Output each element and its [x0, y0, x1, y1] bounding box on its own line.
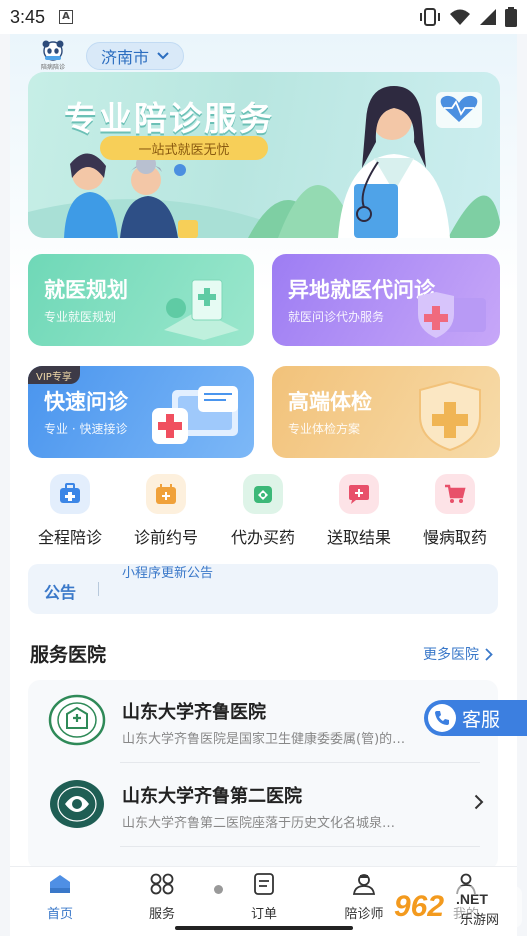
card-title: 高端体检	[288, 390, 372, 414]
status-bar: 3:45 A	[0, 0, 527, 34]
card-remote-consultation[interactable]: 异地就医代问诊 就医问诊代办服务	[272, 254, 500, 346]
card-subtitle: 专业就医规划	[44, 310, 117, 324]
section-title: 服务医院	[30, 644, 107, 666]
notice-bar[interactable]: 公告 小程序更新公告	[28, 564, 498, 614]
chevron-right-icon	[485, 647, 493, 661]
quick-action-label: 全程陪诊	[37, 528, 102, 547]
hospital-building-icon	[164, 279, 239, 340]
quick-action-chronic-medicine[interactable]: 慢病取药	[407, 474, 503, 548]
shield-cross-icon	[418, 292, 486, 338]
card-title: 快速问诊	[44, 390, 128, 414]
hospital-description: 山东大学齐鲁第二医院座落于历史文化名城泉…	[122, 816, 396, 831]
signal-icon	[480, 9, 496, 25]
quick-actions: 全程陪诊 诊前约号 代办买药 送取结果 慢病取药	[10, 474, 517, 554]
tab-label: 服务	[148, 907, 175, 922]
quick-action-appointment[interactable]: 诊前约号	[118, 474, 214, 548]
grid-icon	[150, 873, 174, 895]
vibrate-icon	[420, 8, 440, 26]
shield-plus-icon	[419, 380, 481, 452]
customer-service-button[interactable]: 客服	[424, 700, 527, 736]
quick-action-label: 诊前约号	[133, 528, 198, 547]
card-subtitle: 专业体检方案	[288, 422, 361, 436]
nurse-icon	[352, 874, 376, 895]
customer-service-label: 客服	[462, 708, 501, 731]
phone-icon	[428, 704, 456, 732]
hospital-name: 山东大学齐鲁医院	[122, 702, 266, 723]
banner-title: 专业陪诊服务	[64, 99, 274, 138]
top-header: 陪病陪诊 济南市	[10, 38, 517, 74]
card-quick-consultation[interactable]: VIP专享 快速问诊 专业 · 快速接诊	[28, 366, 254, 458]
notice-text[interactable]: 小程序更新公告	[122, 562, 213, 581]
nav-dot	[214, 885, 223, 894]
site-watermark-logo: 962 .NET 乐游网	[386, 886, 522, 928]
home-icon	[50, 875, 70, 893]
tab-orders[interactable]: 订单	[224, 873, 304, 922]
chevron-down-icon	[157, 52, 169, 60]
monitor-cross-icon	[152, 386, 238, 444]
card-title: 就医规划	[44, 278, 128, 302]
banner-subtitle: 一站式就医无忧	[100, 136, 268, 160]
notice-divider	[98, 582, 99, 596]
watermark-brand: 962	[394, 890, 444, 923]
tab-label: 首页	[46, 907, 73, 922]
watermark-caption: 乐游网	[460, 913, 499, 928]
app-screen: 3:45 A 陪病陪诊 济南市 专业陪诊服务 一站式就医无忧 就医规划 专业就医…	[0, 0, 527, 936]
card-subtitle: 就医问诊代办服务	[288, 310, 385, 324]
home-indicator	[175, 926, 353, 930]
quick-action-results-delivery[interactable]: 送取结果	[311, 474, 407, 548]
wifi-icon	[450, 9, 470, 25]
app-logo: 陪病陪诊	[38, 39, 68, 73]
hospital-logo-icon	[48, 694, 106, 746]
divider	[120, 846, 480, 847]
chevron-right-icon	[474, 794, 484, 810]
vip-badge: VIP专享	[28, 366, 80, 384]
promo-banner[interactable]: 专业陪诊服务 一站式就医无忧	[28, 72, 500, 238]
quick-action-label: 代办买药	[230, 528, 295, 547]
more-hospitals-link[interactable]: 更多医院	[423, 644, 493, 664]
accessibility-a-icon: A	[59, 10, 74, 24]
tab-services[interactable]: 服务	[122, 873, 202, 922]
status-time: 3:45	[10, 6, 46, 27]
medical-kit-icon	[50, 474, 90, 514]
tab-home[interactable]: 首页	[20, 873, 100, 922]
city-label: 济南市	[101, 48, 150, 67]
hospital-logo-icon	[50, 780, 104, 828]
logo-text: 陪病陪诊	[40, 64, 65, 71]
city-selector[interactable]: 济南市	[86, 42, 185, 70]
hospital-item[interactable]: 山东大学齐鲁第二医院 山东大学齐鲁第二医院座落于历史文化名城泉…	[28, 764, 498, 848]
card-subtitle: 专业 · 快速接诊	[44, 422, 128, 436]
card-premium-checkup[interactable]: 高端体检 专业体检方案	[272, 366, 500, 458]
notice-label: 公告	[44, 583, 77, 602]
watermark-suffix: .NET	[456, 891, 488, 907]
hospital-name: 山东大学齐鲁第二医院	[122, 786, 302, 807]
home-page: 陪病陪诊 济南市 专业陪诊服务 一站式就医无忧 就医规划 专业就医规划 异地就医…	[10, 34, 517, 866]
card-medical-planning[interactable]: 就医规划 专业就医规划	[28, 254, 254, 346]
battery-icon	[505, 7, 517, 27]
calendar-plus-icon	[146, 474, 186, 514]
status-icons	[419, 7, 517, 27]
quick-action-label: 送取结果	[326, 528, 391, 547]
quick-action-label: 慢病取药	[422, 528, 487, 547]
tab-label: 订单	[250, 907, 277, 922]
divider	[120, 762, 480, 763]
report-icon	[339, 474, 379, 514]
quick-action-buy-medicine[interactable]: 代办买药	[215, 474, 311, 548]
hospital-description: 山东大学齐鲁医院是国家卫生健康委委属(管)的…	[122, 732, 406, 747]
panda-logo-icon	[42, 40, 64, 61]
order-icon	[254, 873, 274, 895]
quick-action-full-escort[interactable]: 全程陪诊	[22, 474, 118, 548]
more-hospitals-label: 更多医院	[423, 647, 479, 663]
medicine-icon	[243, 474, 283, 514]
cart-icon	[435, 474, 475, 514]
